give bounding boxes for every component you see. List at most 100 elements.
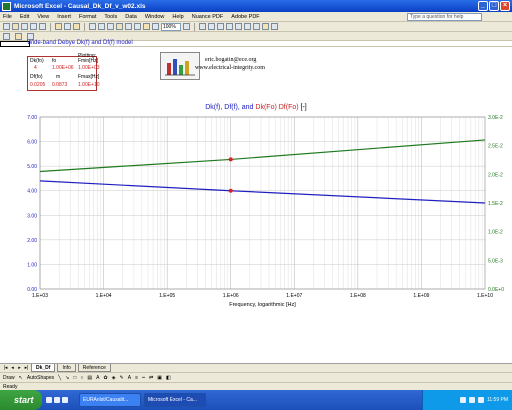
underline-icon[interactable] [226, 23, 233, 30]
line-color-icon[interactable]: ✎ [120, 375, 124, 381]
y2-tick-label: 5.0E-3 [488, 258, 503, 264]
align-right-icon[interactable] [253, 23, 260, 30]
network-icon[interactable] [459, 397, 466, 403]
worksheet[interactable]: Wide-band Debye Dk(f) and Df(f) model Dk… [0, 40, 512, 363]
excel-app-icon [2, 1, 11, 11]
font-icon[interactable] [199, 23, 206, 30]
align-center-icon[interactable] [244, 23, 251, 30]
dkfo-value[interactable]: 4 [34, 65, 37, 71]
window-controls: _ □ × [478, 1, 510, 11]
start-button[interactable]: start [0, 390, 42, 410]
chart-wizard-icon[interactable] [143, 23, 150, 30]
menu-help[interactable]: Help [171, 14, 184, 20]
y-tick-label: 6.00 [27, 140, 37, 146]
copy-icon[interactable] [64, 23, 71, 30]
zoom-select[interactable]: 100% [161, 22, 181, 31]
y-tick-label: 5.00 [27, 164, 37, 170]
quicklaunch-media-icon[interactable] [62, 397, 68, 403]
arrow-style-icon[interactable]: ⇄ [149, 375, 153, 381]
autosum-icon[interactable] [116, 23, 123, 30]
paste-icon[interactable] [73, 23, 80, 30]
last-sheet-arrow-icon[interactable]: ▸| [24, 365, 29, 371]
menu-data[interactable]: Data [124, 14, 138, 20]
next-sheet-arrow-icon[interactable]: ▸ [17, 365, 22, 371]
fmin-value[interactable]: 1.00E+03 [78, 65, 100, 71]
pdf-convert-icon[interactable] [3, 32, 10, 40]
fmax-value[interactable]: 1.00E+10 [78, 82, 100, 88]
line-icon[interactable]: ╲ [58, 375, 61, 381]
textbox-icon[interactable]: ▤ [87, 375, 92, 381]
font-color-icon[interactable] [271, 23, 278, 30]
task-folder[interactable]: EURAnlst/Causalit... [79, 393, 141, 407]
menu-window[interactable]: Window [144, 14, 166, 20]
quicklaunch-ie-icon[interactable] [46, 397, 52, 403]
menu-file[interactable]: File [2, 14, 13, 20]
shadow-icon[interactable]: ▣ [157, 375, 162, 381]
fo-value[interactable]: 1.00E+06 [52, 65, 74, 71]
dk-df-chart[interactable]: 0.001.002.003.004.005.006.007.00 0.0E+05… [0, 111, 512, 311]
security-icon[interactable] [477, 397, 484, 403]
chart-title-part-2: Dk(Fo) Df(Fo) [255, 104, 299, 111]
quicklaunch-desktop-icon[interactable] [54, 397, 60, 403]
menu-adobe-pdf[interactable]: Adobe PDF [230, 14, 260, 20]
arrow-icon[interactable]: ↘ [65, 375, 69, 381]
cut-icon[interactable] [55, 23, 62, 30]
tab-info[interactable]: Info [57, 364, 76, 372]
oval-icon[interactable]: ○ [80, 375, 83, 381]
dash-style-icon[interactable]: ┅ [142, 375, 145, 381]
font-color-icon[interactable]: A [128, 375, 131, 381]
menu-insert[interactable]: Insert [56, 14, 72, 20]
help-search-input[interactable]: Type a question for help [407, 13, 482, 21]
menu-nuance-pdf[interactable]: Nuance PDF [191, 14, 225, 20]
fill-color-icon[interactable] [262, 23, 269, 30]
drawing-icon[interactable] [152, 23, 159, 30]
menu-edit[interactable]: Edit [19, 14, 30, 20]
draw-menu-button[interactable]: Draw [3, 375, 15, 381]
line-style-icon[interactable]: ≡ [135, 375, 138, 381]
undo-icon[interactable] [89, 23, 96, 30]
dffo-value[interactable]: 0.0205 [30, 82, 45, 88]
tab-reference[interactable]: Reference [77, 364, 111, 372]
minimize-button[interactable]: _ [478, 1, 488, 11]
sort-descending-icon[interactable] [134, 23, 141, 30]
italic-icon[interactable] [217, 23, 224, 30]
pdf-email-icon[interactable] [15, 32, 22, 40]
fill-color-icon[interactable]: ◈ [112, 375, 116, 381]
align-left-icon[interactable] [235, 23, 242, 30]
new-icon[interactable] [3, 23, 10, 30]
menu-format[interactable]: Format [78, 14, 97, 20]
m-value[interactable]: 0.0873 [52, 82, 67, 88]
help-icon[interactable] [183, 23, 190, 30]
menu-tools[interactable]: Tools [103, 14, 118, 20]
close-button[interactable]: × [500, 1, 510, 11]
pdf-review-icon[interactable] [27, 32, 34, 40]
maximize-button[interactable]: □ [489, 1, 499, 11]
first-sheet-arrow-icon[interactable]: |◂ [3, 365, 8, 371]
save-icon[interactable] [21, 23, 28, 30]
quick-launch [46, 397, 76, 403]
y2-tick-label: 1.5E-2 [488, 201, 503, 207]
autoshapes-menu-button[interactable]: AutoShapes [27, 375, 54, 381]
menu-view[interactable]: View [36, 14, 50, 20]
redo-icon[interactable] [98, 23, 105, 30]
sort-ascending-icon[interactable] [125, 23, 132, 30]
prev-sheet-arrow-icon[interactable]: ◂ [10, 365, 15, 371]
window-title: Microsoft Excel - Causal_Dk_Df_v_w02.xls [14, 2, 146, 10]
open-icon[interactable] [12, 23, 19, 30]
select-cursor-icon[interactable]: ↖ [19, 375, 23, 381]
fmax-label: Fmax[Hz] [78, 74, 100, 80]
3d-icon[interactable]: ◧ [166, 375, 171, 381]
tab-dk-df[interactable]: Dk_Df [31, 364, 56, 372]
wordart-icon[interactable]: A [96, 375, 99, 381]
task-excel[interactable]: Microsoft Excel - Ca... [144, 393, 206, 407]
rectangle-icon[interactable]: □ [73, 375, 76, 381]
print-icon[interactable] [30, 23, 37, 30]
hyperlink-icon[interactable] [107, 23, 114, 30]
bold-icon[interactable] [208, 23, 215, 30]
clipart-icon[interactable]: ✿ [103, 375, 107, 381]
logo-email: eric.bogatin@ece.org [205, 57, 257, 63]
preview-icon[interactable] [39, 23, 46, 30]
volume-icon[interactable] [468, 397, 475, 403]
chart-background [0, 111, 512, 311]
y-tick-label: 4.00 [27, 189, 37, 195]
